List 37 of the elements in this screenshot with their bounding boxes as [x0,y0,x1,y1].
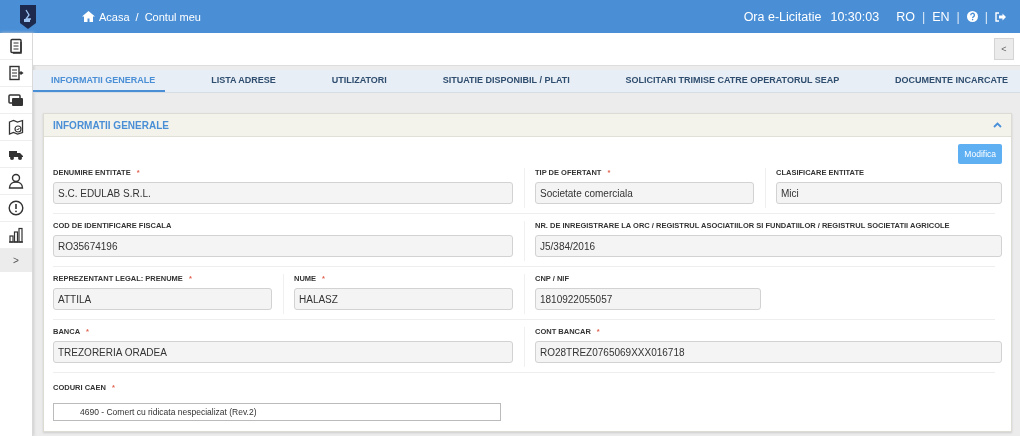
panel-title: INFORMATII GENERALE [53,119,169,131]
text-field[interactable]: S.C. EDULAB S.R.L. [53,182,513,204]
text-field[interactable]: HALASZ [294,288,513,310]
text-field[interactable]: 1810922055057 [535,288,761,310]
user-icon[interactable] [8,173,24,189]
text-field[interactable]: Societate comerciala [535,182,754,204]
bar-chart-icon[interactable] [8,227,24,243]
alert-icon[interactable] [8,200,24,216]
text-field[interactable]: TREZORERIA ORADEA [53,341,513,363]
tab[interactable]: LISTA ADRESE [193,70,286,92]
cards-icon[interactable] [8,92,24,108]
text-field[interactable]: 4690 - Comert cu ridicata nespecializat (Rev.2) [53,403,501,421]
map-icon[interactable] [8,119,24,135]
expand-button[interactable]: > [0,249,32,272]
tab[interactable]: SOLICITARI TRIMISE CATRE OPERATORUL SEAP [607,70,850,92]
text-field[interactable]: ATTILA [53,288,272,310]
text-field[interactable]: RO35674196 [53,235,513,257]
breadcrumb-separator: / [135,10,139,23]
document-icon[interactable] [8,38,24,54]
nav-separator: | [956,9,960,24]
collapse-button[interactable]: < [994,38,1014,60]
logout-icon[interactable] [995,11,1006,22]
tab[interactable]: DOCUMENTE INCARCATE [877,70,1018,92]
tab[interactable]: UTILIZATORI [313,70,397,92]
home-icon [82,11,95,22]
clock-label: Ora e-Licitatie [743,9,822,24]
logo-icon[interactable] [19,3,37,30]
clock-time: 10:30:03 [830,9,880,24]
chevron-up-icon[interactable] [993,122,1002,128]
nav-separator: | [984,9,988,24]
tab[interactable]: SITUATIE DISPONIBIL / PLATI [424,70,580,92]
list-icon[interactable] [8,65,24,81]
help-icon[interactable] [966,11,978,22]
text-field[interactable]: RO28TREZ0765069XXX016718 [535,341,1002,363]
text-field[interactable]: J5/384/2016 [535,235,1002,257]
text-field[interactable]: Mici [776,182,1002,204]
nav-separator: | [921,9,926,24]
